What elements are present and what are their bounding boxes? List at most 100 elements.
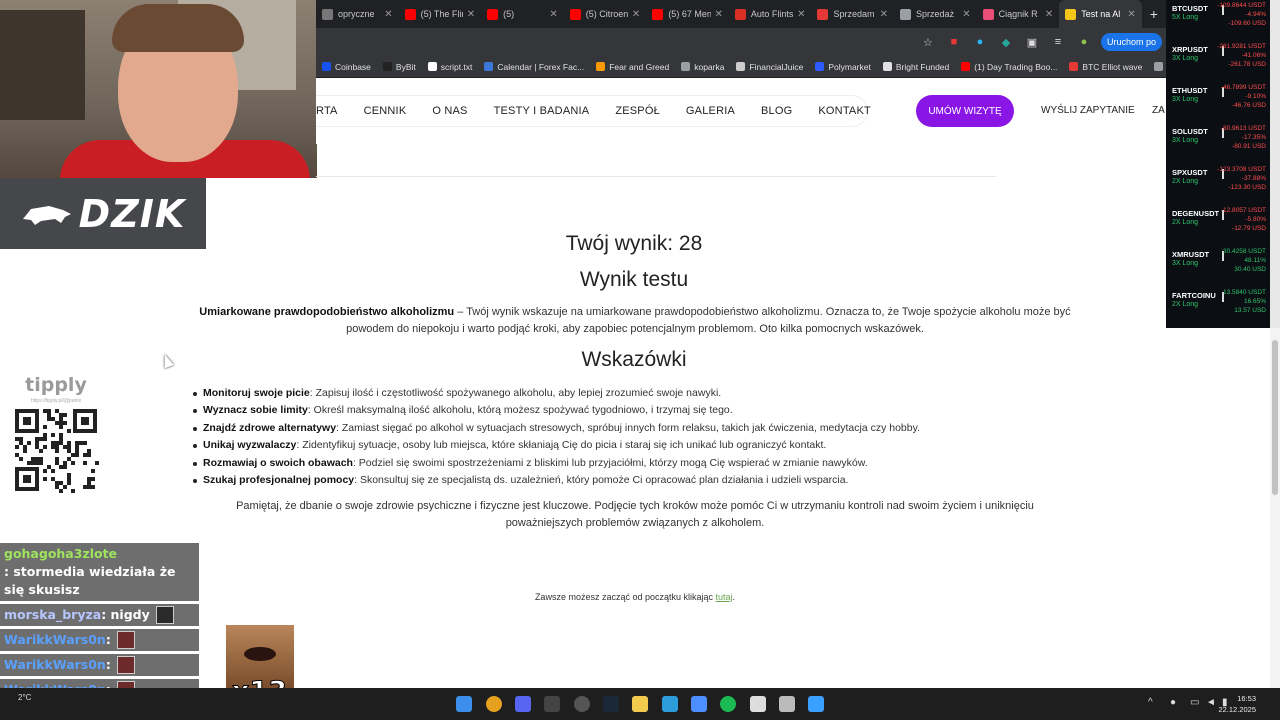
notepad-icon[interactable] [779, 696, 795, 712]
qr-module [51, 469, 55, 473]
browser-tab[interactable]: Ciągnik R ✕ [977, 0, 1060, 28]
browser-tab[interactable]: Auto Flints ✕ [729, 0, 812, 28]
start-icon[interactable] [456, 696, 472, 712]
qr-module [23, 449, 27, 453]
app-icon[interactable] [662, 696, 678, 712]
send-inquiry-link[interactable]: WYŚLIJ ZAPYTANIE [1041, 105, 1135, 116]
tray-overflow-icon[interactable]: ^ [1148, 697, 1153, 708]
bookmark-item[interactable]: ByBit [377, 62, 422, 72]
bookmark-item[interactable]: BTC Elliot wave [1063, 62, 1148, 72]
clock[interactable]: 16:53 22.12.2025 [1218, 693, 1256, 715]
tab-close-icon[interactable]: ✕ [549, 9, 557, 20]
discord-icon[interactable] [515, 696, 531, 712]
bookmark-item[interactable]: Polymarket [809, 62, 877, 72]
microphone-icon[interactable]: ● [1170, 697, 1176, 708]
app-icon[interactable] [750, 696, 766, 712]
bookmark-item[interactable]: Fear and Greed [590, 62, 675, 72]
qr-module [43, 445, 47, 449]
chat-emote-icon [116, 631, 135, 649]
app-icon[interactable] [544, 696, 560, 712]
nav-link[interactable]: BLOG [761, 105, 792, 117]
network-icon[interactable]: ▭ [1190, 697, 1199, 708]
bookmark-label: FinancialJuice [749, 61, 804, 72]
nav-link[interactable]: KONTAKT [818, 105, 871, 117]
tab-close-icon[interactable]: ✕ [467, 9, 475, 20]
nav-link[interactable]: TESTY I BADANIA [494, 105, 590, 117]
restart-link[interactable]: tutaj [716, 592, 733, 602]
qr-module [75, 441, 79, 445]
browser-tab[interactable]: opryczne ✕ [316, 0, 399, 28]
bookmark-item[interactable]: Coinbase [316, 62, 377, 72]
tab-close-icon[interactable]: ✕ [797, 9, 805, 20]
tip-title: Szukaj profesjonalnej pomocy [203, 474, 355, 487]
browser-tab[interactable]: (5) 67 Men ✕ [646, 0, 729, 28]
bookmark-label: koparka [694, 61, 725, 72]
extension-icon[interactable]: ◆ [997, 33, 1015, 51]
qr-module [59, 489, 63, 493]
extensions-puzzle-icon[interactable]: ▣ [1023, 33, 1041, 51]
ticker-symbol: BTCUSDT [1172, 4, 1208, 13]
weather-widget[interactable]: 2°C [18, 693, 31, 702]
reading-list-icon[interactable]: ≡ [1049, 33, 1067, 51]
bookmark-item[interactable]: Bright Funded [877, 62, 955, 72]
qr-module [67, 441, 71, 445]
bookmark-item[interactable]: palcówka [1148, 62, 1166, 72]
qr-finder [81, 417, 89, 425]
tab-close-icon[interactable]: ✕ [715, 9, 723, 20]
tab-close-icon[interactable]: ✕ [632, 9, 640, 20]
book-visit-button[interactable]: UMÓW WIZYTĘ [916, 95, 1014, 127]
browser-tab[interactable]: Sprzedam ✕ [811, 0, 894, 28]
obs-icon[interactable] [574, 696, 590, 712]
tab-close-icon[interactable]: ✕ [1045, 9, 1053, 20]
nav-link[interactable]: ZESPÓŁ [615, 105, 660, 117]
spotify-icon[interactable] [720, 696, 736, 712]
extension-icon[interactable]: ● [971, 33, 989, 51]
nav-link[interactable]: GALERIA [686, 105, 735, 117]
bookmark-star-icon[interactable]: ☆ [919, 33, 937, 51]
nav-link[interactable]: O NAS [432, 105, 467, 117]
tab-close-icon[interactable]: ✕ [384, 9, 392, 20]
nav-link-truncated[interactable]: ZA [1152, 105, 1165, 116]
site-header: RTA CENNIK O NAS TESTY I BADANIA ZESPÓŁ GALER… [316, 78, 1280, 144]
nav-link[interactable]: RTA [316, 105, 338, 117]
qr-module [43, 437, 47, 441]
browser-tab[interactable]: (5) ✕ [481, 0, 564, 28]
browser-tab[interactable]: Sprzedaż ✕ [894, 0, 977, 28]
ticker-symbol: ETHUSDT [1172, 86, 1208, 95]
volume-icon[interactable]: ◄ [1206, 697, 1216, 708]
steam-icon[interactable] [603, 696, 619, 712]
browser-tab[interactable]: (5) Citroen ✕ [564, 0, 647, 28]
bookmark-item[interactable]: script.txt [422, 62, 479, 72]
tab-close-icon[interactable]: ✕ [1127, 9, 1135, 20]
chat-message: WarikkWars0n : [0, 654, 199, 676]
qr-module [51, 477, 55, 481]
nav-link[interactable]: CENNIK [364, 105, 407, 117]
tab-close-icon[interactable]: ✕ [962, 9, 970, 20]
profile-avatar-icon[interactable]: ● [1075, 33, 1093, 51]
page-scrollbar-thumb[interactable] [1272, 340, 1278, 495]
new-tab-button[interactable]: + [1142, 6, 1166, 22]
bookmark-item[interactable]: (1) Day Trading Boo... [955, 62, 1063, 72]
bookmark-item[interactable]: Calendar | Forex Fac... [478, 62, 590, 72]
ticker-value: -4.94% [1245, 11, 1266, 18]
tab-favicon-icon [322, 8, 333, 20]
app-icon[interactable] [691, 696, 707, 712]
qr-module [63, 485, 67, 489]
tip-text: : Określ maksymalną ilość alkoholu, któr… [307, 404, 733, 417]
bookmark-item[interactable]: koparka [675, 62, 730, 72]
bookmark-favicon-icon [382, 62, 392, 71]
file-explorer-icon[interactable] [632, 696, 648, 712]
clock-date: 22.12.2025 [1218, 705, 1256, 714]
tab-close-icon[interactable]: ✕ [880, 9, 888, 20]
launch-button[interactable]: Uruchom po [1100, 33, 1162, 51]
chrome-icon[interactable] [486, 696, 502, 712]
qr-module [39, 461, 43, 465]
ticker-leverage: 3X Long [1172, 260, 1199, 267]
browser-tab[interactable]: (5) The Flin ✕ [399, 0, 482, 28]
ticker-leverage: 2X Long [1172, 178, 1199, 185]
app-icon[interactable] [808, 696, 824, 712]
bookmark-item[interactable]: FinancialJuice [730, 62, 809, 72]
browser-tab[interactable]: Test na Al ✕ [1059, 0, 1142, 28]
extension-icon[interactable]: ■ [945, 33, 963, 51]
ticker-leverage: 3X Long [1172, 96, 1199, 103]
